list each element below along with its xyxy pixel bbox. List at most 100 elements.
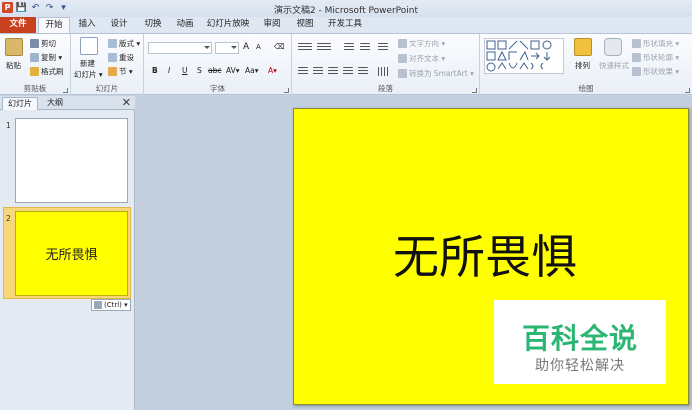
ribbon: 粘贴 剪切 复制 ▾ 格式刷 剪贴板 新建 幻灯片 ▾ 版式 ▾ 重设 节 ▾ … [0,33,692,95]
arrange-button[interactable]: 排列 [575,60,590,71]
close-icon[interactable]: ✕ [122,96,131,109]
change-case-button[interactable]: Aa▾ [245,66,259,75]
align-left-icon[interactable] [298,67,308,76]
group-clipboard: 粘贴 剪切 复制 ▾ 格式刷 剪贴板 [0,34,71,95]
shapes-gallery[interactable] [484,38,564,74]
watermark-title: 百科全说 [521,322,638,355]
align-right-icon[interactable] [328,67,338,76]
tab-design[interactable]: 设计 [104,17,134,33]
new-slide-icon[interactable] [80,37,98,55]
shape-fill-button[interactable]: 形状填充 ▾ [632,38,679,49]
text-direction-button[interactable]: 文字方向 ▾ [398,38,445,49]
brush-icon [30,67,39,76]
clipboard-launcher-icon[interactable] [63,88,68,93]
section-button[interactable]: 节 ▾ [108,66,133,77]
clipboard-label: 剪贴板 [23,84,47,93]
window-title: 演示文稿2 - Microsoft PowerPoint [273,6,419,16]
pen-icon [632,53,641,62]
format-painter-button[interactable]: 格式刷 [30,66,64,77]
shape-outline-button[interactable]: 形状轮廓 ▾ [632,52,679,63]
smartart-button[interactable]: 转换为 SmartArt ▾ [398,68,474,79]
drawing-label: 绘图 [578,84,594,93]
copy-icon [30,53,39,62]
numbering-icon[interactable] [317,43,331,52]
shapes-icon [486,40,552,72]
drawing-launcher-icon[interactable] [685,88,690,93]
increase-indent-icon[interactable] [360,43,370,52]
clear-format-button[interactable]: ⌫ [274,42,285,51]
tab-file[interactable]: 文件 [0,17,36,33]
align-text-icon [398,54,407,63]
reset-button[interactable]: 重设 [108,52,134,63]
layout-button[interactable]: 版式 ▾ [108,38,140,49]
slide-number-2: 2 [6,214,11,223]
tab-slides[interactable]: 幻灯片 [2,97,38,110]
effects-icon [632,67,641,76]
chevron-down-icon [231,46,237,49]
slides-label: 幻灯片 [95,84,119,93]
distribute-icon[interactable] [358,67,368,76]
copy-button[interactable]: 复制 ▾ [30,52,62,63]
strikethrough-button[interactable]: abc [208,66,221,75]
tab-view[interactable]: 视图 [292,17,318,33]
char-spacing-button[interactable]: AV▾ [226,66,240,75]
slide-title-text[interactable]: 无所畏惧 [288,221,682,287]
group-font: A A ⌫ B I U S abc AV▾ Aa▾ A▾ 字体 [144,34,292,95]
tab-developer[interactable]: 开发工具 [326,17,364,33]
shrink-font-button[interactable]: A [256,43,261,51]
shape-effects-button[interactable]: 形状效果 ▾ [632,66,679,77]
smartart-icon [398,69,407,78]
slide-number-1: 1 [6,121,11,130]
group-paragraph: 文字方向 ▾ 对齐文本 ▾ 转换为 SmartArt ▾ 段落 [292,34,480,95]
watermark-subtitle: 助你轻松解决 [535,358,625,374]
paragraph-label: 段落 [378,84,393,93]
line-spacing-icon[interactable] [378,43,388,52]
font-color-button[interactable]: A▾ [268,66,277,75]
tab-slideshow[interactable]: 幻灯片放映 [204,17,252,33]
columns-icon[interactable] [378,67,390,76]
paste-icon[interactable] [5,38,23,56]
group-drawing: 排列 快速样式 形状填充 ▾ 形状轮廓 ▾ 形状效果 ▾ 绘图 [480,34,692,95]
font-launcher-icon[interactable] [284,88,289,93]
tab-home[interactable]: 开始 [38,17,70,33]
watermark-logo: 百科全说 助你轻松解决 [494,300,666,384]
scissors-icon [30,39,39,48]
quick-styles-button[interactable]: 快速样式 [599,60,629,71]
underline-button[interactable]: U [182,66,188,75]
clipboard-icon [94,301,102,309]
align-text-button[interactable]: 对齐文本 ▾ [398,53,445,64]
title-bar: P 💾 ↶ ↷ ▾ 演示文稿2 - Microsoft PowerPoint [0,0,692,17]
font-family-combo[interactable] [148,42,212,54]
tab-transitions[interactable]: 切换 [138,17,168,33]
italic-button[interactable]: I [168,66,170,75]
group-slides: 新建 幻灯片 ▾ 版式 ▾ 重设 节 ▾ 幻灯片 [71,34,144,95]
new-slide-button[interactable]: 新建 [80,58,95,69]
slide-thumbnail-2[interactable]: 无所畏惧 [15,211,128,296]
slide-thumbnail-1[interactable] [15,118,128,203]
tab-insert[interactable]: 插入 [72,17,102,33]
decrease-indent-icon[interactable] [344,43,354,52]
section-icon [108,67,117,76]
new-slide-dropdown[interactable]: 幻灯片 ▾ [74,69,103,80]
justify-icon[interactable] [343,67,353,76]
text-direction-icon [398,39,407,48]
bold-button[interactable]: B [152,66,158,75]
tab-outline[interactable]: 大纲 [42,97,68,110]
reset-icon [108,53,117,62]
align-center-icon[interactable] [313,67,323,76]
paste-options-button[interactable]: (Ctrl) ▾ [91,299,131,311]
fill-bucket-icon [632,39,641,48]
paragraph-launcher-icon[interactable] [472,88,477,93]
grow-font-button[interactable]: A [243,42,249,52]
tab-animations[interactable]: 动画 [170,17,200,33]
layout-icon [108,39,117,48]
quick-styles-icon[interactable] [604,38,622,56]
font-size-combo[interactable] [215,42,239,54]
tab-review[interactable]: 审阅 [259,17,285,33]
shadow-s-button[interactable]: S [197,66,202,75]
chevron-down-icon [204,46,210,49]
cut-button[interactable]: 剪切 [30,38,56,49]
paste-button[interactable]: 粘贴 [6,60,21,71]
bullets-icon[interactable] [298,43,312,52]
arrange-icon[interactable] [574,38,592,56]
